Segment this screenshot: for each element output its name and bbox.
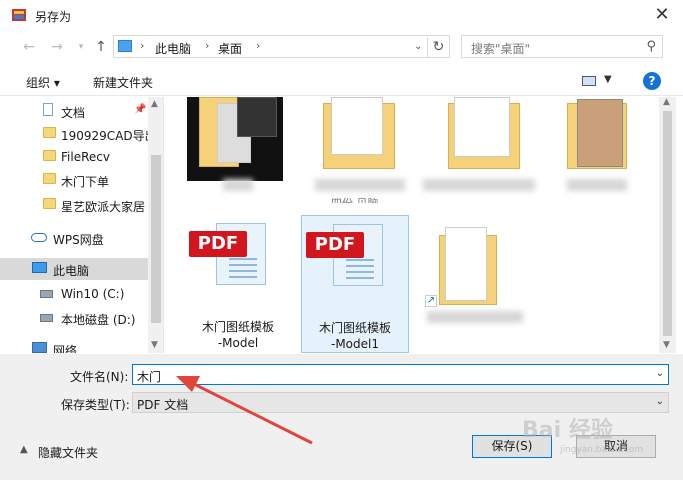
annotation-arrow — [176, 376, 313, 445]
watermark: Bai 经验 — [522, 418, 613, 443]
watermark-url: jingyan.baidu.com — [560, 445, 644, 455]
